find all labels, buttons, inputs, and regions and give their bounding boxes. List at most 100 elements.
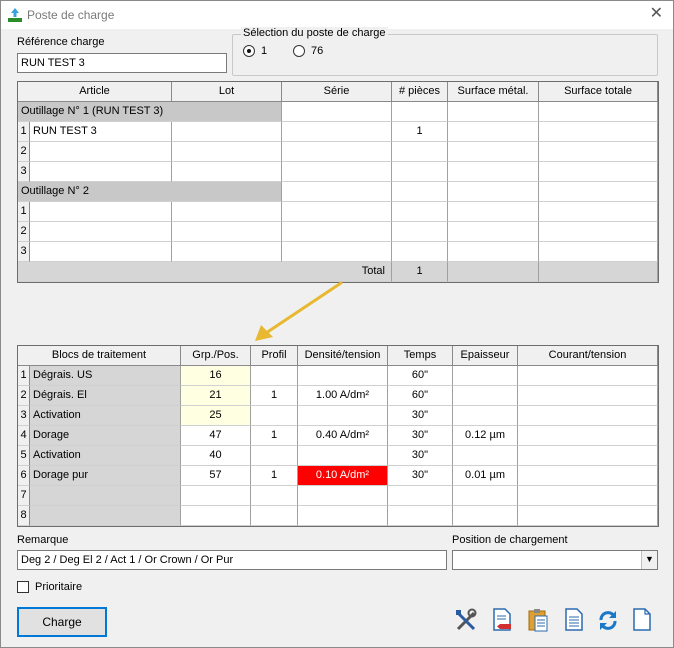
temps-cell[interactable]: 60" <box>388 386 453 406</box>
article-cell[interactable] <box>30 202 172 222</box>
col-densite[interactable]: Densité/tension <box>298 346 388 366</box>
serie-cell[interactable] <box>282 222 392 242</box>
densite-cell[interactable]: 0.40 A/dm² <box>298 426 388 446</box>
position-dropdown[interactable]: ▼ <box>452 550 658 570</box>
chevron-down-icon[interactable]: ▼ <box>641 551 657 569</box>
serie-cell[interactable] <box>282 142 392 162</box>
bloc-name-cell[interactable] <box>30 506 181 526</box>
col-profil[interactable]: Profil <box>251 346 298 366</box>
grp-pos-cell[interactable]: 16 <box>181 366 251 386</box>
col-blocs[interactable]: Blocs de traitement <box>18 346 181 366</box>
temps-cell[interactable] <box>388 486 453 506</box>
grp-pos-cell[interactable] <box>181 506 251 526</box>
courant-cell[interactable] <box>518 486 658 506</box>
pieces-cell[interactable] <box>392 162 448 182</box>
lot-cell[interactable] <box>172 202 282 222</box>
pieces-cell[interactable] <box>392 142 448 162</box>
col-surface-metal[interactable]: Surface métal. <box>448 82 539 102</box>
profil-cell[interactable]: 1 <box>251 466 298 486</box>
courant-cell[interactable] <box>518 406 658 426</box>
pieces-cell[interactable]: 1 <box>392 122 448 142</box>
station-radio-76[interactable]: 76 <box>293 45 323 57</box>
epaisseur-cell[interactable] <box>453 366 518 386</box>
grp-pos-cell[interactable] <box>181 486 251 506</box>
lot-cell[interactable] <box>172 162 282 182</box>
article-cell[interactable] <box>30 222 172 242</box>
col-grp-pos[interactable]: Grp./Pos. <box>181 346 251 366</box>
col-epaisseur[interactable]: Epaisseur <box>453 346 518 366</box>
article-cell[interactable]: RUN TEST 3 <box>30 122 172 142</box>
densite-cell[interactable] <box>298 366 388 386</box>
clipboard-icon[interactable] <box>527 608 549 632</box>
temps-cell[interactable]: 30" <box>388 446 453 466</box>
grp-pos-cell[interactable]: 40 <box>181 446 251 466</box>
lot-cell[interactable] <box>172 242 282 262</box>
tools-icon[interactable] <box>455 608 477 632</box>
col-courant[interactable]: Courant/tension <box>518 346 658 366</box>
epaisseur-cell[interactable] <box>453 486 518 506</box>
col-temps[interactable]: Temps <box>388 346 453 366</box>
densite-cell[interactable] <box>298 506 388 526</box>
col-article[interactable]: Article <box>18 82 172 102</box>
epaisseur-cell[interactable] <box>453 406 518 426</box>
prioritaire-checkbox[interactable]: Prioritaire <box>17 581 82 593</box>
densite-cell[interactable] <box>298 486 388 506</box>
remove-document-icon[interactable] <box>491 608 513 632</box>
densite-cell-highlighted[interactable]: 0.10 A/dm² <box>298 466 388 486</box>
profil-cell[interactable] <box>251 406 298 426</box>
article-cell[interactable] <box>30 162 172 182</box>
densite-cell[interactable] <box>298 406 388 426</box>
lot-cell[interactable] <box>172 122 282 142</box>
profil-cell[interactable] <box>251 506 298 526</box>
courant-cell[interactable] <box>518 466 658 486</box>
grp-pos-cell[interactable]: 47 <box>181 426 251 446</box>
temps-cell[interactable] <box>388 506 453 526</box>
new-document-icon[interactable] <box>631 608 653 632</box>
remarque-input[interactable]: Deg 2 / Deg El 2 / Act 1 / Or Crown / Or… <box>17 550 447 570</box>
document-list-icon[interactable] <box>563 608 585 632</box>
lot-cell[interactable] <box>172 142 282 162</box>
pieces-cell[interactable] <box>392 222 448 242</box>
serie-cell[interactable] <box>282 202 392 222</box>
grp-pos-cell[interactable]: 21 <box>181 386 251 406</box>
station-radio-1[interactable]: 1 <box>243 45 267 57</box>
col-surface-totale[interactable]: Surface totale <box>539 82 658 102</box>
courant-cell[interactable] <box>518 426 658 446</box>
profil-cell[interactable]: 1 <box>251 386 298 406</box>
bloc-name-cell[interactable]: Activation <box>30 406 181 426</box>
courant-cell[interactable] <box>518 446 658 466</box>
courant-cell[interactable] <box>518 506 658 526</box>
profil-cell[interactable] <box>251 366 298 386</box>
courant-cell[interactable] <box>518 366 658 386</box>
grp-pos-cell[interactable]: 57 <box>181 466 251 486</box>
bloc-name-cell[interactable]: Activation <box>30 446 181 466</box>
epaisseur-cell[interactable] <box>453 386 518 406</box>
grp-pos-cell[interactable]: 25 <box>181 406 251 426</box>
serie-cell[interactable] <box>282 122 392 142</box>
bloc-name-cell[interactable] <box>30 486 181 506</box>
close-icon[interactable]: ✕ <box>650 5 663 23</box>
temps-cell[interactable]: 60" <box>388 366 453 386</box>
col-serie[interactable]: Série <box>282 82 392 102</box>
pieces-cell[interactable] <box>392 202 448 222</box>
bloc-name-cell[interactable]: Dorage <box>30 426 181 446</box>
serie-cell[interactable] <box>282 162 392 182</box>
epaisseur-cell[interactable]: 0.12 µm <box>453 426 518 446</box>
col-pieces[interactable]: # pièces <box>392 82 448 102</box>
serie-cell[interactable] <box>282 242 392 262</box>
densite-cell[interactable]: 1.00 A/dm² <box>298 386 388 406</box>
bloc-name-cell[interactable]: Dorage pur <box>30 466 181 486</box>
epaisseur-cell[interactable] <box>453 446 518 466</box>
col-lot[interactable]: Lot <box>172 82 282 102</box>
epaisseur-cell[interactable]: 0.01 µm <box>453 466 518 486</box>
article-cell[interactable] <box>30 142 172 162</box>
profil-cell[interactable] <box>251 446 298 466</box>
courant-cell[interactable] <box>518 386 658 406</box>
reference-input[interactable]: RUN TEST 3 <box>17 53 227 73</box>
temps-cell[interactable]: 30" <box>388 426 453 446</box>
densite-cell[interactable] <box>298 446 388 466</box>
bloc-name-cell[interactable]: Dégrais. US <box>30 366 181 386</box>
bloc-name-cell[interactable]: Dégrais. El <box>30 386 181 406</box>
pieces-cell[interactable] <box>392 242 448 262</box>
temps-cell[interactable]: 30" <box>388 466 453 486</box>
